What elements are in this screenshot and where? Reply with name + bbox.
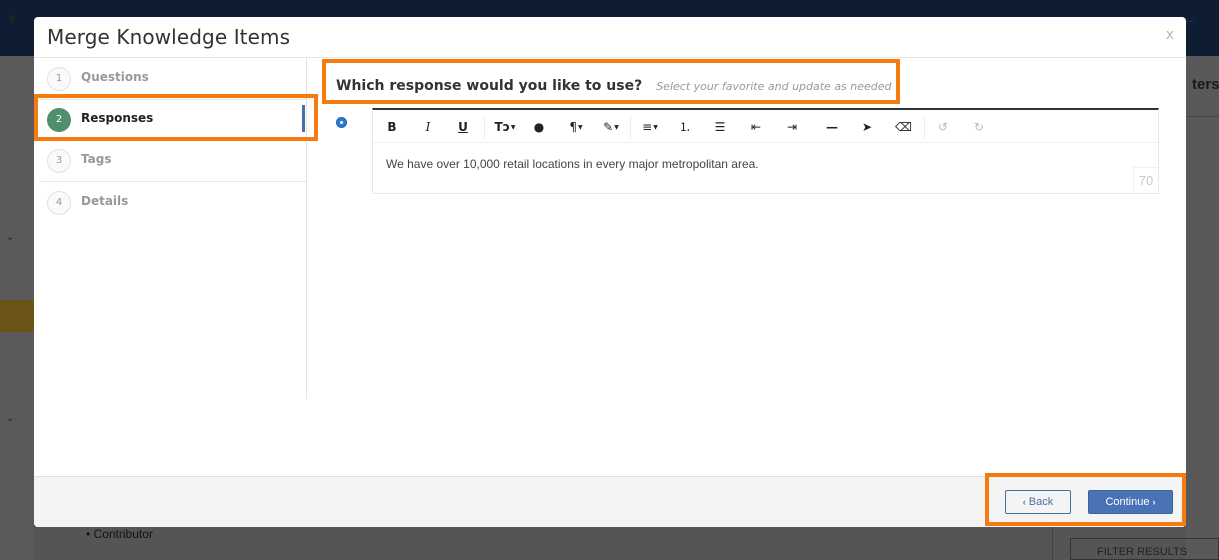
underline-icon[interactable]: U [455,117,471,137]
steps-sidebar: 1 Questions 2 Responses 3 Tags 4 Details [34,58,307,399]
background-list-item: • Contributor [86,527,153,541]
step-label: Tags [81,152,112,166]
magic-style-icon[interactable]: ✎▼ [597,117,625,137]
unordered-list-icon[interactable]: ☰ [712,117,728,137]
italic-icon[interactable]: I [420,117,436,137]
background-filter-results-button: FILTER RESULTS [1070,538,1219,560]
horizontal-rule-icon[interactable]: — [824,117,840,137]
continue-button[interactable]: Continue › [1088,490,1173,514]
response-editor: B I U Tↄ▼ ● ¶▼ ✎▼ ≡▼ ⒈ ☰ ⇤ ⇥ — ➤ ⌫ ↺ ↻ W… [372,108,1159,194]
paragraph-icon[interactable]: ¶▼ [563,117,589,137]
chevron-left-icon: ‹ [1022,497,1026,507]
toolbar-divider [924,116,925,138]
toolbar-divider [630,116,631,138]
continue-button-label: Continue [1105,496,1150,508]
modal-footer: ‹ Back Continue › [34,476,1186,527]
step-label: Responses [81,111,154,125]
background-right-divider [1186,116,1219,117]
step-number: 3 [47,149,71,173]
toolbar-divider [484,116,485,138]
prompt-subtitle: Select your favorite and update as neede… [656,80,892,93]
step-label: Details [81,194,129,208]
chevron-down-icon: ⌄ [6,232,15,243]
ordered-list-icon[interactable]: ⒈ [677,117,693,137]
background-left-highlight-band [0,300,34,332]
redo-icon[interactable]: ↻ [971,117,987,137]
select-pointer-icon[interactable]: ➤ [859,117,875,137]
background-filters-heading: ters [1192,76,1219,93]
step-number: 4 [47,191,71,215]
step-details[interactable]: 4 Details [34,182,305,223]
chevron-down-icon: ⌄ [6,413,15,424]
background-list-item-label: Contributor [93,527,153,541]
modal-header: Merge Knowledge Items x [34,17,1186,58]
undo-icon[interactable]: ↺ [935,117,951,137]
back-button-label: Back [1028,496,1054,508]
character-count: 70 [1133,167,1158,193]
response-prompt: Which response would you like to use? Sel… [336,75,892,94]
merge-knowledge-items-modal: Merge Knowledge Items x 1 Questions 2 Re… [34,17,1186,527]
step-tags[interactable]: 3 Tags [34,140,305,181]
outdent-icon[interactable]: ⇤ [748,117,764,137]
editor-toolbar: B I U Tↄ▼ ● ¶▼ ✎▼ ≡▼ ⒈ ☰ ⇤ ⇥ — ➤ ⌫ ↺ ↻ [373,110,1158,143]
step-questions[interactable]: 1 Questions [34,58,305,99]
step-responses[interactable]: 2 Responses [34,99,305,140]
step-label: Questions [81,70,149,84]
font-size-icon[interactable]: Tↄ▼ [491,117,519,137]
background-bottom-area [34,527,1186,560]
step-number: 1 [47,67,71,91]
color-icon[interactable]: ● [531,117,547,137]
align-icon[interactable]: ≡▼ [637,117,663,137]
back-button[interactable]: ‹ Back [1005,490,1071,514]
indent-icon[interactable]: ⇥ [784,117,800,137]
step-number: 2 [47,108,71,132]
modal-title: Merge Knowledge Items [47,25,291,49]
close-icon[interactable]: x [1166,27,1174,43]
bold-icon[interactable]: B [384,117,400,137]
editor-content[interactable]: We have over 10,000 retail locations in … [386,157,759,171]
response-radio-selected[interactable] [336,117,347,128]
eraser-icon[interactable]: ⌫ [895,117,912,137]
prompt-title: Which response would you like to use? [336,78,643,94]
background-right-panel [1186,56,1219,560]
chevron-down-icon: ▼ [8,14,16,25]
chevron-right-icon: › [1152,497,1156,507]
background-top-right-mark: ⁀ [1186,22,1195,33]
background-divider [1052,527,1053,560]
